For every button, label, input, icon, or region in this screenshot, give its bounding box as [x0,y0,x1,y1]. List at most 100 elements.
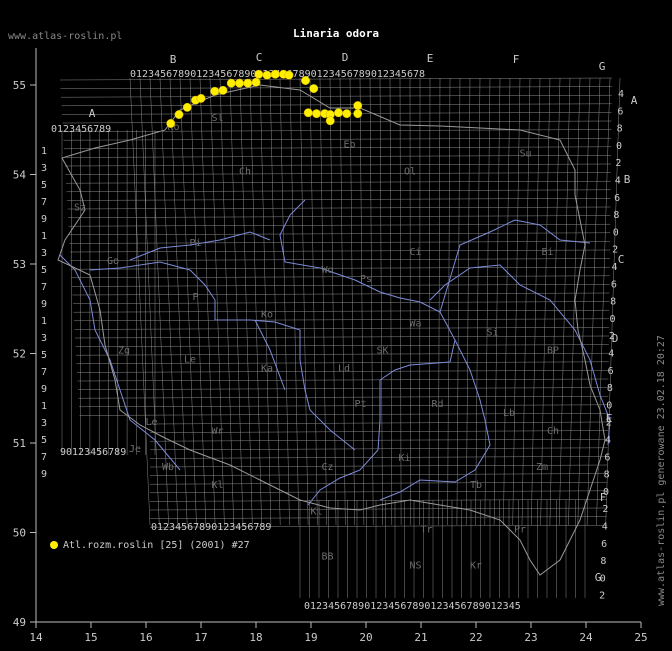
legend-label: Atl.rozm.roslin [25] (2001) #27 [63,540,250,551]
grid-column-letter: G [599,60,606,73]
occurrence-point [353,101,363,111]
x-tick-label: 14 [29,631,43,644]
grid-line-h [149,490,608,494]
grid-left-digit: 5 [41,265,47,276]
region-code: BB [321,551,333,562]
grid-line-v [309,77,318,526]
grid-column-letter: C [256,51,263,64]
occurrence-point [312,109,321,119]
y-tick-label: 51 [13,437,26,450]
grid-right-digit: 2 [602,504,608,515]
grid-line-v [521,77,531,526]
grid-row-letter: B [624,173,631,186]
grid-line-v [493,77,501,526]
grid-right-digit: 0 [610,314,616,325]
grid-line-v [558,77,571,526]
grid-line-h [77,387,609,390]
occurrence-point [284,70,294,80]
region-code: P [192,292,198,303]
grid-right-digit: 2 [606,418,612,429]
grid-right-digit: 2 [609,331,615,342]
grid-right-digit: 4 [611,262,617,273]
grid-left-digit: 9 [41,384,47,395]
grid-line-v [359,77,365,526]
grid-line-v [475,77,481,526]
distribution-map: 0123456789012345678901234567890123456789… [8,27,667,644]
grid-left-digit: 3 [41,418,47,429]
grid-line-h [72,292,610,296]
region-code: Ch [547,426,559,437]
grid-line-v [484,77,491,526]
region-code: Eb [343,140,355,151]
grid-line-h [78,404,609,408]
occurrence-point [235,78,244,88]
occurrence-point [309,84,319,94]
grid-line-h [68,232,611,236]
region-code: Ol [404,167,416,178]
grid-line-h [73,318,610,322]
y-tick-label: 53 [13,258,26,271]
labels: 0123456789012345678901234567890123456789… [41,51,638,612]
occurrence-point [166,119,176,128]
grid-line-h [149,473,608,476]
atpol-grid [59,77,621,598]
grid-line-v [503,77,511,526]
region-code: Pr [514,525,526,536]
grid-right-digit: 8 [617,124,623,135]
grid-line-h [64,163,612,167]
occurrence-point [270,69,280,79]
region-code: Ch [239,167,251,178]
y-tick-label: 50 [13,527,26,540]
grid-right-digit: 8 [604,470,610,481]
region-code: Ko [261,310,273,321]
grid-line-h [67,206,611,210]
grid-line-v [512,77,521,526]
grid-left-digit: 1 [41,231,47,242]
grid-column-letter: F [513,53,520,66]
grid-line-v [531,77,541,526]
grid-line-h [75,344,609,347]
grid-column-letter: D [342,51,349,64]
grid-left-digit: 3 [41,163,47,174]
grid-right-digit: 4 [605,435,611,446]
x-tick-label: 16 [139,631,152,644]
grid-right-digit: 8 [607,383,613,394]
grid-column-letter: B [170,53,177,66]
grid-line-v [329,77,337,526]
region-code: Go [107,256,119,267]
region-code: Bi [541,247,553,258]
grid-left-digit: 3 [41,333,47,344]
grid-right-digit: 0 [616,141,622,152]
grid-line-h [66,198,611,201]
grid-right-digit: 8 [600,556,606,567]
grid-line-h [61,103,612,107]
grid-right-digit: 0 [603,487,609,498]
occurrence-point [262,70,272,80]
occurrence-point [226,78,236,88]
grid-left-digit: 7 [41,367,47,378]
region-code: SK [376,346,388,357]
grid-line-v [379,77,383,526]
grid-line-h [78,395,609,399]
occurrence-point [254,69,264,79]
region-code: Ps [360,274,372,285]
grid-line-v [169,77,188,526]
region-code: Kl [211,480,223,491]
grid-line-v [149,77,169,526]
site-label: www.atlas-roslin.pl [8,31,122,42]
grid-bottom-digits-left: 01234567890123456789 [151,522,271,533]
region-code: Si [486,328,498,339]
region-code: Sl [211,113,223,124]
occurrence-point [251,77,261,87]
y-tick-label: 49 [13,616,26,629]
grid-line-h [149,507,608,511]
region-code: Sz [74,202,86,213]
region-code: Le [145,417,157,428]
x-tick-label: 23 [524,631,537,644]
x-tick-label: 20 [359,631,372,644]
grid-right-digit: 6 [608,366,614,377]
grid-line-v [465,77,471,526]
grid-row-letter: C [618,253,625,266]
x-tick-label: 18 [249,631,262,644]
grid-column-letter: A [89,107,96,120]
